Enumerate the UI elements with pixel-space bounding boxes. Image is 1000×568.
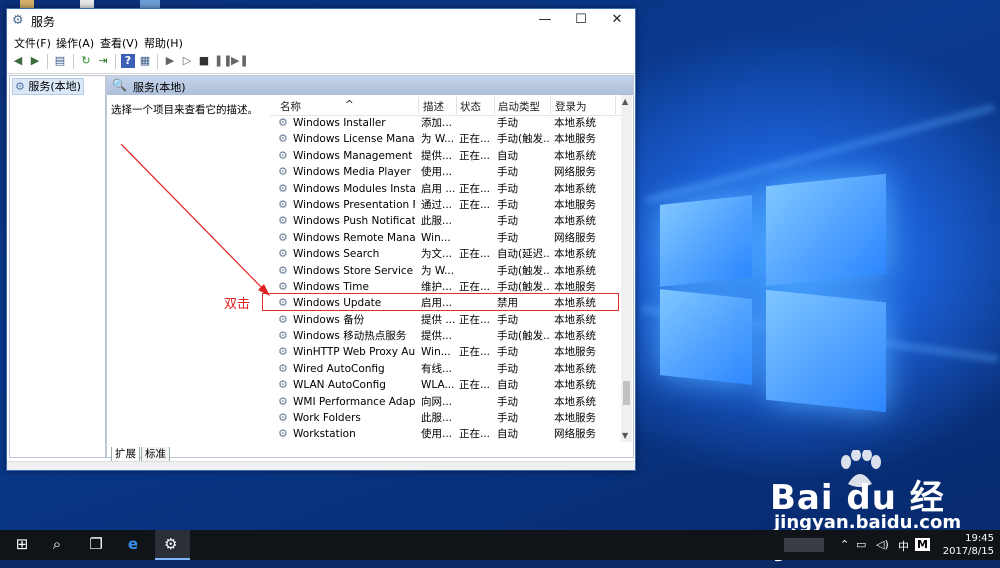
services-gear-icon: ⚙: [164, 535, 178, 553]
taskbar-services-app[interactable]: ⚙: [155, 530, 190, 560]
search-icon[interactable]: ⌕: [45, 535, 69, 555]
task-view-icon[interactable]: ❐: [84, 535, 108, 555]
clock-date: 2017/8/15: [942, 546, 994, 557]
chevron-up-icon[interactable]: ⌃: [840, 538, 849, 551]
taskbar: ⊞ ⌕ ❐ e ⚙ ⌃ ▭ ◁) 中 M 19:45 2017/8/15: [0, 530, 1000, 560]
edge-browser-icon[interactable]: e: [121, 535, 145, 555]
clock-time: 19:45: [965, 533, 994, 544]
start-windows-icon[interactable]: ⊞: [10, 535, 34, 555]
ime-mode-indicator[interactable]: M: [915, 538, 930, 551]
tray-blurred-icons: [784, 538, 824, 552]
volume-icon[interactable]: ◁): [876, 538, 889, 551]
network-icon[interactable]: ▭: [856, 538, 866, 551]
taskbar-clock[interactable]: 19:45 2017/8/15: [943, 532, 994, 558]
ime-chinese-indicator[interactable]: 中: [898, 538, 909, 554]
